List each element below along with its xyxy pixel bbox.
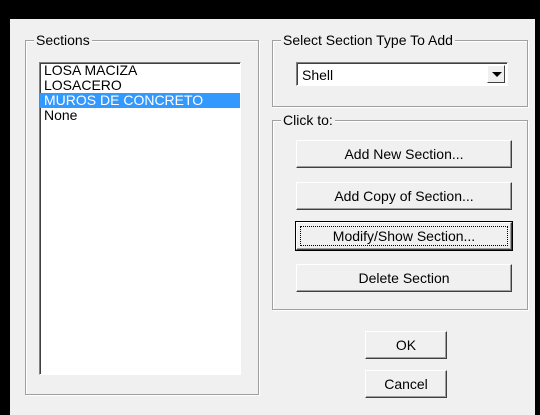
sections-group: Sections LOSA MACIZA LOSACERO MUROS DE C…	[25, 32, 259, 395]
sections-legend: Sections	[34, 32, 92, 48]
add-new-section-button[interactable]: Add New Section...	[296, 140, 512, 168]
section-type-value: Shell	[302, 67, 334, 83]
add-copy-section-button[interactable]: Add Copy of Section...	[296, 182, 512, 210]
click-to-group: Click to: Add New Section... Add Copy of…	[272, 112, 528, 310]
window-border	[535, 0, 540, 415]
list-item[interactable]: MUROS DE CONCRETO	[40, 93, 240, 108]
chevron-down-icon	[492, 72, 502, 77]
define-sections-dialog: Sections LOSA MACIZA LOSACERO MUROS DE C…	[10, 19, 535, 415]
section-type-legend: Select Section Type To Add	[281, 32, 455, 48]
delete-section-button[interactable]: Delete Section	[296, 264, 512, 292]
click-to-legend: Click to:	[281, 112, 335, 128]
modify-show-section-button[interactable]: Modify/Show Section...	[295, 221, 513, 251]
section-type-group: Select Section Type To Add Shell	[272, 32, 528, 107]
list-item[interactable]: LOSA MACIZA	[40, 63, 240, 78]
section-type-select[interactable]: Shell	[296, 62, 508, 86]
ok-button[interactable]: OK	[365, 331, 447, 359]
cancel-button[interactable]: Cancel	[365, 370, 447, 398]
sections-listbox[interactable]: LOSA MACIZA LOSACERO MUROS DE CONCRETO N…	[39, 62, 241, 375]
list-item[interactable]: LOSACERO	[40, 78, 240, 93]
list-item[interactable]: None	[40, 108, 240, 123]
dropdown-button[interactable]	[487, 65, 505, 83]
